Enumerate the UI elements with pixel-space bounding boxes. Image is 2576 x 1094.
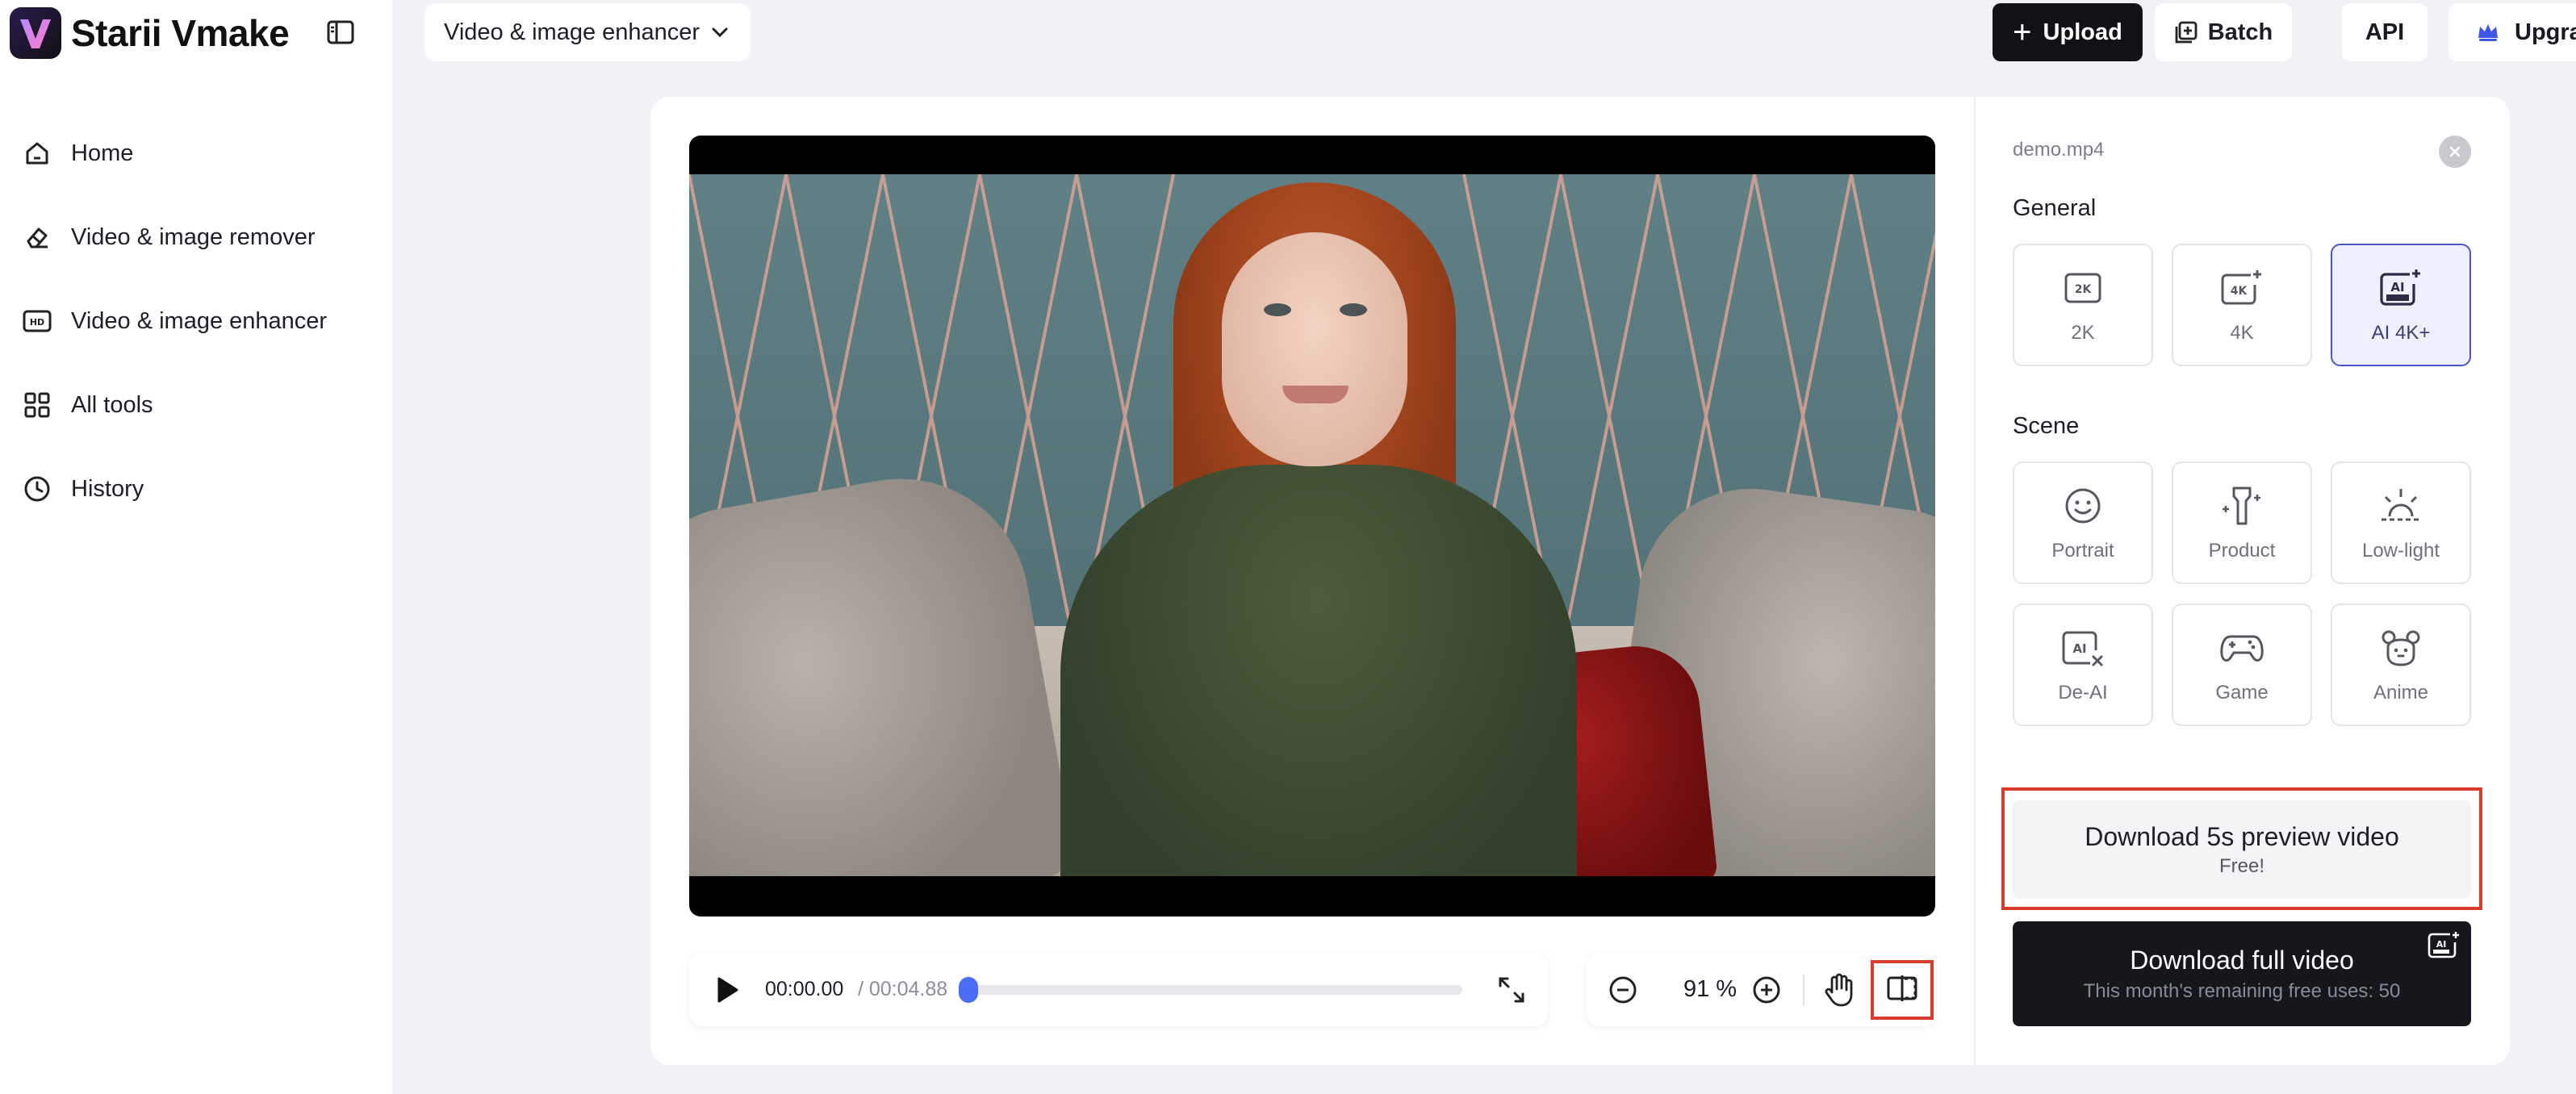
download-full-button[interactable]: AI Download full video This month's rema… <box>2013 921 2471 1026</box>
zoom-level: 91 % <box>1683 976 1738 1002</box>
bear-icon <box>2378 625 2423 670</box>
tool-select-label: Video & image enhancer <box>444 19 700 45</box>
upload-button[interactable]: + Upload <box>1993 3 2143 61</box>
scene-product[interactable]: Product <box>2172 461 2312 584</box>
sidebar-nav: Home Video & image remover HD Video & im… <box>0 111 392 531</box>
4k-plus-icon: 4K <box>2219 265 2264 311</box>
sidebar-item-history[interactable]: History <box>0 447 392 531</box>
svg-text:AI: AI <box>2390 280 2404 294</box>
video-preview[interactable] <box>689 136 1935 917</box>
download-full-title: Download full video <box>2130 945 2354 975</box>
vmake-logo-icon <box>10 7 61 59</box>
hd-icon: HD <box>21 305 53 337</box>
batch-label: Batch <box>2207 19 2273 45</box>
option-label: 4K <box>2230 322 2254 344</box>
eraser-icon <box>21 221 53 253</box>
collapse-sidebar-icon[interactable] <box>324 18 357 47</box>
fullscreen-icon[interactable] <box>1495 973 1528 1007</box>
smile-icon <box>2060 483 2106 528</box>
sidebar-item-all-tools[interactable]: All tools <box>0 363 392 447</box>
player-controls: 00:00.00 / 00:04.88 <box>689 954 1548 1026</box>
scene-game[interactable]: Game <box>2172 603 2312 726</box>
sidebar-item-label: Video & image remover <box>71 223 316 250</box>
svg-text:HD: HD <box>30 317 44 328</box>
sunrise-icon <box>2378 483 2423 528</box>
batch-icon <box>2174 20 2198 44</box>
scene-section-title: Scene <box>2013 413 2080 439</box>
sidebar: Starii Vmake Home Video & image remover … <box>0 0 392 1094</box>
option-label: AI 4K+ <box>2371 322 2431 344</box>
download-preview-title: Download 5s preview video <box>2085 821 2399 851</box>
chevron-down-icon <box>711 27 729 38</box>
option-ai-4k-plus[interactable]: AI AI 4K+ <box>2331 244 2471 366</box>
scene-anime[interactable]: Anime <box>2331 603 2471 726</box>
compare-split-button[interactable] <box>1871 960 1934 1020</box>
ai-ultra-badge-icon: AI <box>2428 931 2460 960</box>
close-file-icon[interactable] <box>2439 136 2471 168</box>
panel-divider <box>1974 97 1976 1065</box>
hand-pan-icon[interactable] <box>1821 971 1858 1008</box>
brand-name: Starii Vmake <box>71 12 290 54</box>
option-label: Low-light <box>2361 540 2440 562</box>
home-icon <box>21 137 53 169</box>
brand[interactable]: Starii Vmake <box>10 5 290 61</box>
sidebar-item-enhancer[interactable]: HD Video & image enhancer <box>0 279 392 363</box>
download-preview-sub: Free! <box>2218 854 2264 877</box>
option-label: Anime <box>2373 682 2429 704</box>
zoom-out-icon[interactable] <box>1606 973 1640 1007</box>
upload-label: Upload <box>2043 19 2122 45</box>
clock-icon <box>21 473 53 505</box>
grid-icon <box>21 389 53 421</box>
sidebar-item-remover[interactable]: Video & image remover <box>0 195 392 279</box>
sidebar-item-label: All tools <box>71 391 153 418</box>
sidebar-item-label: History <box>71 475 144 502</box>
progress-track[interactable] <box>964 985 1462 995</box>
crown-icon <box>2476 22 2500 43</box>
zoom-controls: 91 % <box>1587 954 1935 1026</box>
ai-x-icon: AI <box>2060 625 2106 670</box>
option-2k[interactable]: 2K 2K <box>2013 244 2153 366</box>
download-full-sub: This month's remaining free uses: 50 <box>2083 979 2401 1002</box>
2k-icon: 2K <box>2060 265 2106 311</box>
progress-handle[interactable] <box>959 977 978 1003</box>
sidebar-item-label: Home <box>71 140 134 166</box>
option-4k[interactable]: 4K 4K <box>2172 244 2312 366</box>
file-name: demo.mp4 <box>2013 139 2105 161</box>
option-label: Portrait <box>2051 540 2114 562</box>
scene-low-light[interactable]: Low-light <box>2331 461 2471 584</box>
option-label: Game <box>2215 682 2269 704</box>
api-label: API <box>2365 19 2405 45</box>
video-frame-image <box>689 174 1935 876</box>
sidebar-item-home[interactable]: Home <box>0 111 392 195</box>
duration: / 00:04.88 <box>852 978 948 1000</box>
gamepad-icon <box>2219 625 2264 670</box>
general-section-title: General <box>2013 195 2097 221</box>
svg-text:AI: AI <box>2072 641 2086 656</box>
product-bottle-icon <box>2219 483 2264 528</box>
option-label: 2K <box>2071 322 2095 344</box>
scene-de-ai[interactable]: AI De-AI <box>2013 603 2153 726</box>
svg-text:2K: 2K <box>2075 283 2093 296</box>
current-time: 00:00.00 <box>765 978 844 1000</box>
sidebar-item-label: Video & image enhancer <box>71 307 328 334</box>
split-compare-icon <box>1886 975 1918 1006</box>
tool-select-dropdown[interactable]: Video & image enhancer <box>424 3 751 61</box>
svg-text:AI: AI <box>2436 939 2447 950</box>
download-preview-button[interactable]: Download 5s preview video Free! <box>2013 800 2471 899</box>
svg-text:4K: 4K <box>2231 285 2248 298</box>
upgrade-button[interactable]: Upgrade <box>2448 3 2576 61</box>
api-button[interactable]: API <box>2342 3 2428 61</box>
zoom-divider <box>1803 975 1804 1005</box>
plus-icon: + <box>2013 15 2032 50</box>
play-icon[interactable] <box>713 976 741 1004</box>
option-label: De-AI <box>2058 682 2108 704</box>
zoom-in-icon[interactable] <box>1750 973 1784 1007</box>
ai-ultra-icon: AI <box>2378 265 2423 311</box>
scene-portrait[interactable]: Portrait <box>2013 461 2153 584</box>
upgrade-label: Upgrade <box>2515 19 2576 45</box>
batch-button[interactable]: Batch <box>2155 3 2292 61</box>
option-label: Product <box>2208 540 2276 562</box>
